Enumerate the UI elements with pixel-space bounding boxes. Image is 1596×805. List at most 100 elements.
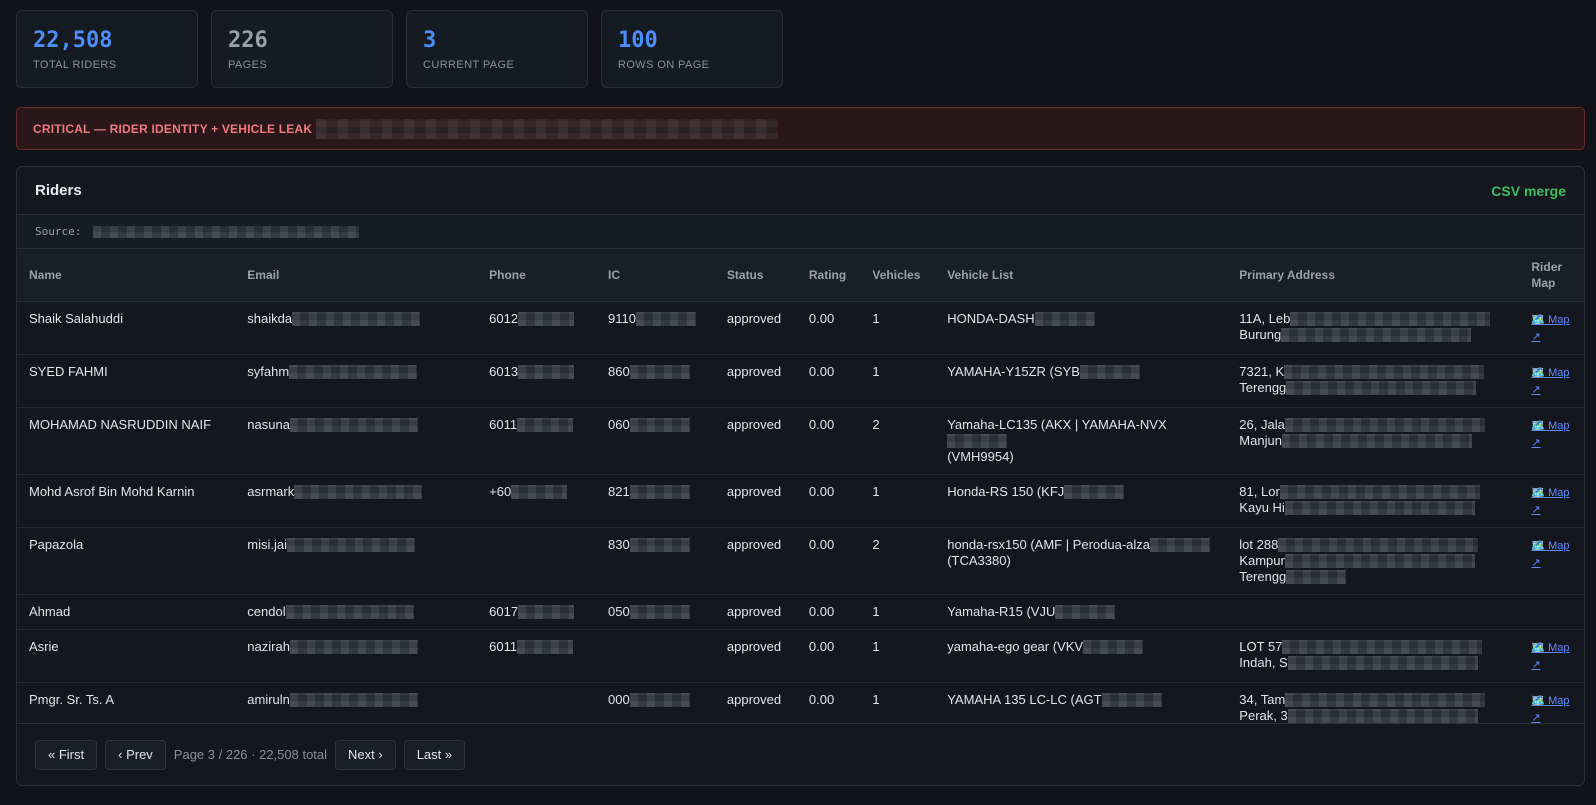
cell-status: approved — [714, 407, 797, 475]
riders-table-wrapper[interactable]: Name Email Phone IC Status Rating Vehicl… — [17, 249, 1584, 725]
cell-ic: 821 — [596, 474, 715, 528]
map-link[interactable]: 🗺️ Map ↗ — [1531, 695, 1569, 724]
address-line-2: Burung — [1239, 326, 1282, 342]
col-header-name[interactable]: Name — [17, 249, 236, 302]
table-row[interactable]: SYED FAHMI syfahm 6013 860 approved 0.00 1 YAMA… — [17, 354, 1584, 408]
table-row[interactable]: Pmgr. Sr. Ts. A amiruln 000 approved 0.00 1 YA… — [17, 682, 1584, 725]
pagination: « First ‹ Prev Page 3 / 226 · 22,508 tot… — [17, 723, 1584, 785]
table-row[interactable]: Asrie nazirah 6011 approved 0.00 1 yamaha-ego … — [17, 629, 1584, 683]
redacted-block — [517, 640, 574, 655]
panel-title: Riders — [35, 182, 82, 199]
col-header-email[interactable]: Email — [235, 249, 478, 302]
address-line: 34, Tam — [1239, 691, 1286, 707]
address-line-2: Terengg — [1239, 379, 1287, 395]
cell-rider-map: 🗺️ Map ↗ — [1519, 407, 1584, 475]
cell-vehicle-list: Yamaha-LC135 (AKX | YAMAHA-NVX (VMH9954) — [935, 407, 1228, 475]
vehicle-list-text: Yamaha-R15 (VJU — [947, 603, 1056, 619]
redacted-block — [1287, 709, 1478, 724]
rider-name: Pmgr. Sr. Ts. A — [29, 691, 115, 707]
map-link[interactable]: 🗺️ Map ↗ — [1531, 540, 1569, 569]
cell-ic: 000 — [596, 682, 715, 725]
stat-value: 226 — [228, 28, 268, 53]
map-link[interactable]: 🗺️ Map ↗ — [1531, 642, 1569, 671]
rider-status: approved — [726, 638, 782, 654]
cell-name: Papazola — [17, 527, 236, 595]
redacted-block — [316, 118, 779, 139]
rider-rating: 0.00 — [808, 638, 835, 654]
col-header-ic[interactable]: IC — [596, 249, 715, 302]
stat-pages: 226 PAGES — [211, 10, 393, 88]
redacted-block — [629, 365, 690, 380]
cell-vehicle-list: YAMAHA 135 LC-LC (AGT — [935, 682, 1228, 725]
cell-rating: 0.00 — [796, 354, 861, 408]
table-row[interactable]: Shaik Salahuddi shaikda 6012 9110 approved 0.… — [17, 301, 1584, 355]
table-row[interactable]: Mohd Asrof Bin Mohd Karnin asrmark +60 821 a… — [17, 474, 1584, 528]
address-line-2: Indah, S — [1239, 654, 1288, 670]
rider-ic: 830 — [608, 536, 630, 552]
map-link[interactable]: 🗺️ Map ↗ — [1531, 420, 1569, 449]
col-header-vehicles[interactable]: Vehicles — [860, 249, 936, 302]
cell-rider-map: 🗺️ Map ↗ — [1519, 474, 1584, 528]
cell-phone: +60 — [477, 474, 597, 528]
cell-email: asrmark — [235, 474, 478, 528]
address-line-2: Manjun — [1239, 432, 1282, 448]
stat-label: PAGES — [228, 59, 268, 71]
prev-page-button[interactable]: ‹ Prev — [105, 739, 166, 770]
cell-phone: 6011 — [477, 629, 597, 683]
redacted-block — [518, 605, 575, 620]
vehicle-list-text: Honda-RS 150 (KFJ — [947, 483, 1065, 499]
redacted-block — [289, 640, 418, 655]
cell-vehicle-list: Honda-RS 150 (KFJ — [935, 474, 1228, 528]
cell-rating: 0.00 — [796, 629, 861, 683]
address-line: LOT 57 — [1239, 638, 1283, 654]
redacted-block — [1278, 538, 1479, 553]
vehicle-list-text: yamaha-ego gear (VKV — [947, 638, 1084, 654]
table-row[interactable]: MOHAMAD NASRUDDIN NAIF nasuna 6011 060 appro… — [17, 407, 1584, 475]
cell-rating: 0.00 — [796, 594, 861, 630]
cell-vehicle-list: Yamaha-R15 (VJU — [935, 594, 1228, 630]
next-page-button[interactable]: Next › — [335, 739, 396, 770]
panel-header: Riders CSV merge — [17, 167, 1584, 215]
col-header-status[interactable]: Status — [714, 249, 797, 302]
cell-vehicles: 1 — [860, 594, 936, 630]
col-header-rider-map[interactable]: Rider Map — [1519, 249, 1584, 302]
rider-ic: 050 — [608, 603, 630, 619]
vehicle-list-text: YAMAHA 135 LC-LC (AGT — [947, 691, 1102, 707]
address-line: 26, Jala — [1239, 416, 1285, 432]
redacted-block — [1055, 605, 1116, 620]
col-header-primary-address[interactable]: Primary Address — [1227, 249, 1520, 302]
cell-phone: 6017 — [477, 594, 597, 630]
cell-ic: 830 — [596, 527, 715, 595]
cell-primary-address: 34, Tam Perak, 3 — [1227, 682, 1520, 725]
redacted-block — [518, 312, 575, 327]
rider-phone: +60 — [489, 483, 512, 499]
vehicle-list-text: Yamaha-LC135 (AKX | YAMAHA-NVX — [947, 416, 1167, 432]
table-header-row: Name Email Phone IC Status Rating Vehicl… — [17, 249, 1584, 302]
address-line-2: Kampur — [1239, 552, 1285, 568]
map-link[interactable]: 🗺️ Map ↗ — [1531, 487, 1569, 516]
rider-rating: 0.00 — [808, 363, 835, 379]
col-header-phone[interactable]: Phone — [477, 249, 597, 302]
first-page-button[interactable]: « First — [35, 739, 98, 770]
col-header-vehicle-list[interactable]: Vehicle List — [935, 249, 1228, 302]
rider-email: asrmark — [247, 483, 295, 499]
rider-vehicle-count: 1 — [872, 638, 880, 654]
rider-name: Ahmad — [29, 603, 71, 619]
col-header-rating[interactable]: Rating — [796, 249, 861, 302]
redacted-block — [629, 538, 690, 553]
stat-value: 22,508 — [33, 28, 113, 53]
rider-vehicle-count: 1 — [872, 310, 880, 326]
table-row[interactable]: Papazola misi.jai 830 approved 0.00 2 honda-rs… — [17, 527, 1584, 595]
redacted-block — [294, 485, 423, 500]
redacted-block — [1284, 554, 1475, 569]
cell-email: syfahm — [235, 354, 478, 408]
cell-ic — [596, 629, 715, 683]
rider-ic: 060 — [608, 416, 630, 432]
cell-rider-map — [1519, 594, 1584, 630]
last-page-button[interactable]: Last » — [403, 739, 466, 770]
table-row[interactable]: Ahmad cendol 6017 050 approved 0.00 1 Yamaha-R1… — [17, 594, 1584, 630]
stat-value: 100 — [618, 28, 658, 53]
map-link[interactable]: 🗺️ Map ↗ — [1531, 367, 1569, 396]
redacted-block — [947, 434, 1008, 449]
map-link[interactable]: 🗺️ Map ↗ — [1531, 314, 1569, 343]
